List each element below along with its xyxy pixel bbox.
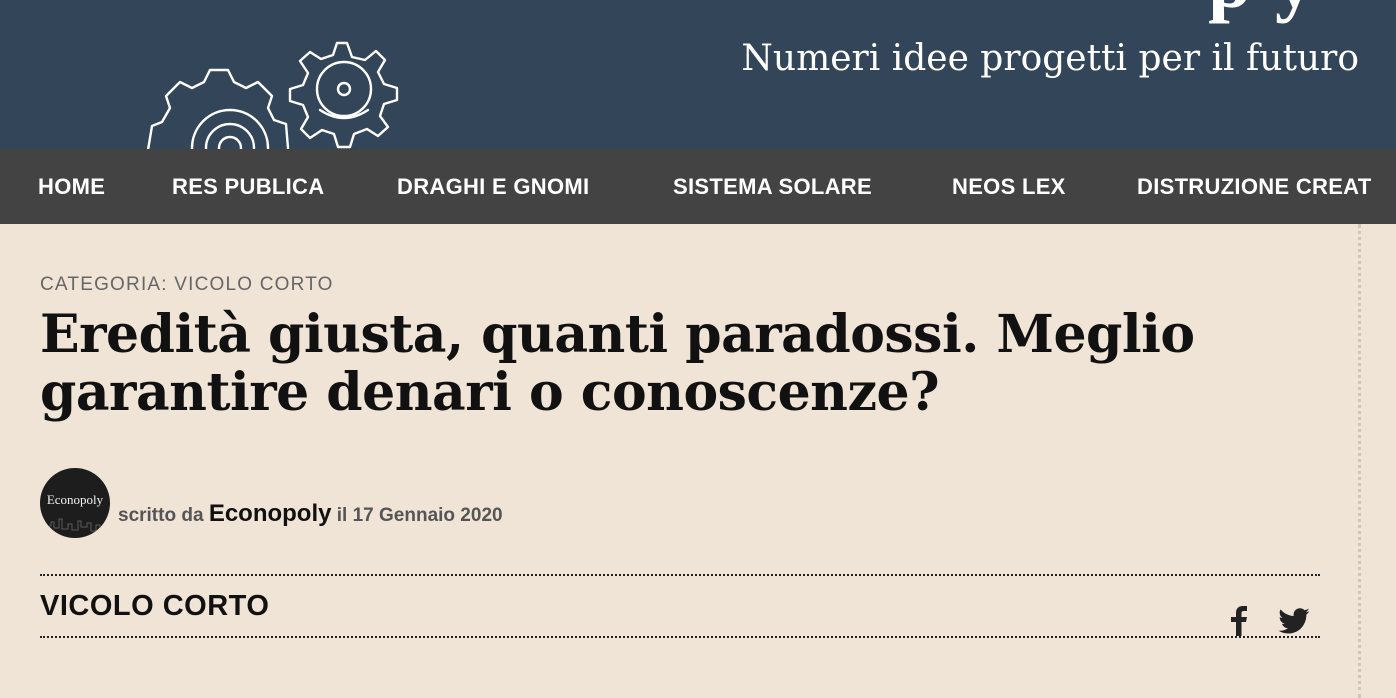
author-link[interactable]: Econopoly [209, 500, 332, 527]
gears-icon [146, 41, 399, 149]
nav-item-distruzione-creatrice[interactable]: DISTRUZIONE CREAT [1137, 149, 1371, 224]
category-link[interactable]: VICOLO CORTO [174, 274, 333, 295]
site-header: p y Numeri idee progetti per il futuro [0, 0, 1396, 149]
section-rule-top [40, 574, 1320, 576]
nav-item-neos-lex[interactable]: NEOS LEX [952, 149, 1066, 224]
nav-item-res-publica[interactable]: RES PUBLICA [172, 149, 324, 224]
article-byline: scritto da Econopoly il 17 Gennaio 2020 [118, 500, 503, 528]
byline-prefix: scritto da [118, 505, 209, 526]
site-logo-fragment[interactable]: p y [1208, 0, 1316, 20]
main-nav: HOME RES PUBLICA DRAGHI E GNOMI SISTEMA … [0, 149, 1396, 224]
section-title: VICOLO CORTO [40, 590, 270, 622]
article-category: CATEGORIA: VICOLO CORTO [40, 274, 334, 296]
sidebar-divider [1358, 224, 1361, 698]
author-avatar[interactable]: Econopoly [40, 468, 110, 538]
site-tagline: Numeri idee progetti per il futuro [741, 38, 1359, 79]
skyline-icon [46, 518, 101, 533]
nav-item-sistema-solare[interactable]: SISTEMA SOLARE [673, 149, 872, 224]
twitter-icon[interactable] [1276, 604, 1312, 638]
date-prefix: il [331, 505, 353, 526]
article-date: 17 Gennaio 2020 [352, 505, 503, 526]
nav-item-draghi-e-gnomi[interactable]: DRAGHI E GNOMI [397, 149, 589, 224]
article-title: Eredità giusta, quanti paradossi. Meglio… [40, 304, 1195, 423]
category-prefix: CATEGORIA: [40, 274, 175, 295]
facebook-icon[interactable] [1228, 604, 1250, 638]
nav-item-home[interactable]: HOME [38, 149, 105, 224]
avatar-label: Econopoly [46, 492, 104, 507]
section-rule-bottom [40, 636, 1320, 638]
